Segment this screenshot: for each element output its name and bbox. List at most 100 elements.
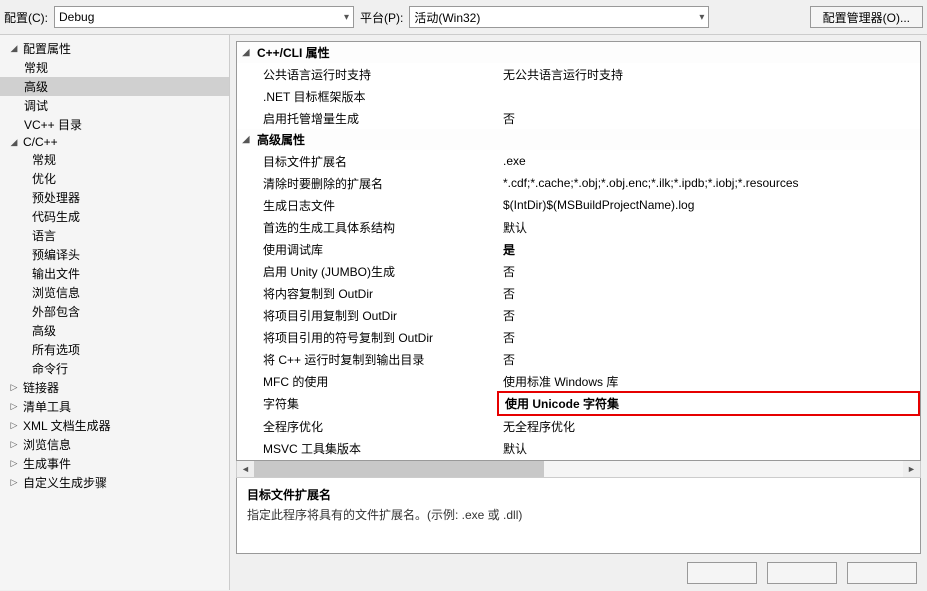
property-name: 将项目引用复制到 OutDir	[257, 305, 497, 326]
property-value[interactable]: .exe	[497, 152, 920, 170]
ok-button[interactable]	[687, 562, 757, 584]
tree-item-label: 高级	[32, 322, 56, 339]
platform-label: 平台(P):	[360, 9, 403, 26]
tree-item[interactable]: ▷生成事件	[0, 454, 229, 473]
tree-item[interactable]: 调试	[0, 96, 229, 115]
property-value[interactable]: 默认	[497, 217, 920, 238]
property-row[interactable]: 将项目引用复制到 OutDir否	[237, 304, 920, 326]
tree-item-label: 预处理器	[32, 189, 80, 206]
tree-item[interactable]: ▷XML 文档生成器	[0, 416, 229, 435]
property-value[interactable]: 否	[497, 283, 920, 304]
property-name: 字符集	[257, 393, 497, 414]
tree-item[interactable]: 预编译头	[0, 245, 229, 264]
chevron-right-icon: ▷	[8, 382, 20, 393]
tree-item[interactable]: ▷链接器	[0, 378, 229, 397]
description-text: 指定此程序将具有的文件扩展名。(示例: .exe 或 .dll)	[247, 506, 910, 523]
config-value: Debug	[59, 10, 94, 24]
config-dropdown[interactable]: Debug ▾	[54, 6, 354, 28]
property-name: 全程序优化	[257, 416, 497, 437]
property-value[interactable]: 默认	[497, 438, 920, 459]
property-value[interactable]	[497, 94, 920, 98]
property-name: 首选的生成工具体系结构	[257, 217, 497, 238]
property-row[interactable]: 公共语言运行时支持无公共语言运行时支持	[237, 63, 920, 85]
tree-item[interactable]: 输出文件	[0, 264, 229, 283]
chevron-down-icon: ◢	[8, 137, 20, 148]
property-category[interactable]: ◢ C++/CLI 属性	[237, 42, 920, 63]
property-value[interactable]: 否	[497, 305, 920, 326]
tree-item[interactable]: ▷浏览信息	[0, 435, 229, 454]
property-value[interactable]: 是	[497, 239, 920, 260]
property-value[interactable]: 否	[497, 108, 920, 129]
apply-button[interactable]	[847, 562, 917, 584]
scrollbar-thumb[interactable]	[254, 461, 544, 477]
property-name: 清除时要删除的扩展名	[257, 173, 497, 194]
property-row[interactable]: 目标文件扩展名.exe	[237, 150, 920, 172]
property-value[interactable]: 使用 Unicode 字符集	[497, 391, 920, 416]
scrollbar-track[interactable]	[254, 461, 903, 477]
property-row[interactable]: 字符集使用 Unicode 字符集	[237, 392, 920, 415]
platform-dropdown[interactable]: 活动(Win32) ▾	[409, 6, 709, 28]
property-value[interactable]: 无全程序优化	[497, 416, 920, 437]
tree-item-label: 链接器	[23, 379, 59, 396]
tree-item[interactable]: 常规	[0, 150, 229, 169]
property-row[interactable]: 首选的生成工具体系结构默认	[237, 216, 920, 238]
property-row[interactable]: 生成日志文件$(IntDir)$(MSBuildProjectName).log	[237, 194, 920, 216]
platform-value: 活动(Win32)	[414, 9, 480, 26]
tree-item[interactable]: 所有选项	[0, 340, 229, 359]
horizontal-scrollbar[interactable]: ◄ ►	[236, 461, 921, 478]
property-name: MSVC 工具集版本	[257, 438, 497, 459]
tree-item[interactable]: 常规	[0, 58, 229, 77]
property-row[interactable]: 清除时要删除的扩展名*.cdf;*.cache;*.obj;*.obj.enc;…	[237, 172, 920, 194]
property-row[interactable]: 使用调试库是	[237, 238, 920, 260]
description-panel: 目标文件扩展名 指定此程序将具有的文件扩展名。(示例: .exe 或 .dll)	[236, 478, 921, 554]
tree-item-label: 调试	[24, 97, 48, 114]
property-value[interactable]: 否	[497, 349, 920, 370]
tree-item[interactable]: 代码生成	[0, 207, 229, 226]
tree-item[interactable]: ▷清单工具	[0, 397, 229, 416]
tree-item[interactable]: ◢C/C++	[0, 134, 229, 150]
property-value[interactable]: $(IntDir)$(MSBuildProjectName).log	[497, 196, 920, 214]
toolbar: 配置(C): Debug ▾ 平台(P): 活动(Win32) ▾ 配置管理器(…	[0, 0, 927, 34]
property-value[interactable]: 无公共语言运行时支持	[497, 64, 920, 85]
tree-root[interactable]: ◢ 配置属性	[0, 39, 229, 58]
property-value[interactable]: 使用标准 Windows 库	[497, 371, 920, 392]
property-value[interactable]: 否	[497, 261, 920, 282]
property-row[interactable]: 将内容复制到 OutDir否	[237, 282, 920, 304]
property-category[interactable]: ◢ 高级属性	[237, 129, 920, 150]
property-row[interactable]: MSVC 工具集版本默认	[237, 437, 920, 459]
tree-item[interactable]: ▷自定义生成步骤	[0, 473, 229, 492]
property-row[interactable]: 启用 Unity (JUMBO)生成否	[237, 260, 920, 282]
tree-item-label: 命令行	[32, 360, 68, 377]
tree-item[interactable]: 浏览信息	[0, 283, 229, 302]
scroll-right-icon[interactable]: ►	[903, 461, 920, 477]
tree-item[interactable]: VC++ 目录	[0, 115, 229, 134]
tree-item[interactable]: 高级	[0, 321, 229, 340]
tree-item-label: XML 文档生成器	[23, 417, 111, 434]
property-row[interactable]: MFC 的使用使用标准 Windows 库	[237, 370, 920, 392]
tree-item[interactable]: 命令行	[0, 359, 229, 378]
property-row[interactable]: 将 C++ 运行时复制到输出目录否	[237, 348, 920, 370]
tree-item-label: 所有选项	[32, 341, 80, 358]
tree-item[interactable]: 语言	[0, 226, 229, 245]
property-row[interactable]: 启用托管增量生成否	[237, 107, 920, 129]
property-row[interactable]: 将项目引用的符号复制到 OutDir否	[237, 326, 920, 348]
tree-item-label: 输出文件	[32, 265, 80, 282]
cancel-button[interactable]	[767, 562, 837, 584]
property-row[interactable]: 全程序优化无全程序优化	[237, 415, 920, 437]
property-value[interactable]: 否	[497, 327, 920, 348]
chevron-right-icon: ▷	[8, 439, 20, 450]
property-value[interactable]: *.cdf;*.cache;*.obj;*.obj.enc;*.ilk;*.ip…	[497, 174, 920, 192]
tree-item-label: 预编译头	[32, 246, 80, 263]
chevron-down-icon: ▾	[344, 12, 349, 23]
chevron-right-icon: ▷	[8, 401, 20, 412]
description-title: 目标文件扩展名	[247, 486, 910, 503]
property-name: 生成日志文件	[257, 195, 497, 216]
tree-item[interactable]: 优化	[0, 169, 229, 188]
property-row[interactable]: .NET 目标框架版本	[237, 85, 920, 107]
config-manager-button[interactable]: 配置管理器(O)...	[810, 6, 923, 28]
tree-item[interactable]: 预处理器	[0, 188, 229, 207]
tree-item[interactable]: 高级	[0, 77, 229, 96]
tree-item[interactable]: 外部包含	[0, 302, 229, 321]
property-name: 启用 Unity (JUMBO)生成	[257, 261, 497, 282]
scroll-left-icon[interactable]: ◄	[237, 461, 254, 477]
